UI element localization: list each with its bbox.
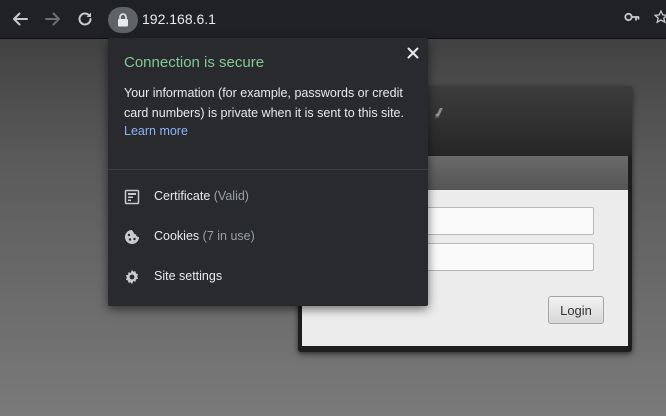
cookies-count: (7 in use) (202, 229, 255, 243)
url-text[interactable]: 192.168.6.1 (142, 11, 216, 27)
close-icon (407, 47, 419, 59)
site-settings-label: Site settings (154, 269, 223, 283)
gear-icon (125, 269, 139, 285)
popup-title: Connection is secure (124, 54, 265, 71)
certificate-label: Certificate (154, 189, 211, 203)
star-icon[interactable] (654, 10, 666, 24)
site-info-button[interactable] (108, 7, 138, 33)
reload-button[interactable] (74, 8, 96, 30)
close-button[interactable] (404, 44, 422, 62)
cookie-icon (125, 230, 139, 244)
certificate-icon (124, 189, 140, 205)
address-bar[interactable]: 192.168.6.1 (108, 7, 666, 33)
site-info-popup: Connection is secure Your information (f… (108, 38, 428, 306)
login-button[interactable]: Login (548, 296, 604, 324)
cookies-row[interactable]: Cookies (7 in use) (108, 221, 428, 253)
logo-registered: ® (434, 113, 440, 120)
back-button[interactable] (9, 8, 31, 30)
cookies-label: Cookies (154, 229, 200, 243)
learn-more-link[interactable]: Learn more (124, 124, 188, 138)
certificate-status: (Valid) (213, 189, 249, 203)
popup-description: Your information (for example, passwords… (124, 86, 404, 120)
arrow-right-icon (45, 12, 60, 26)
browser-toolbar: 192.168.6.1 (0, 0, 666, 39)
forward-button[interactable] (42, 8, 64, 30)
lock-icon (118, 13, 128, 27)
arrow-left-icon (13, 12, 28, 26)
popup-divider (108, 169, 428, 170)
reload-icon (78, 12, 92, 26)
key-icon[interactable] (624, 11, 640, 23)
site-settings-row[interactable]: Site settings (108, 261, 428, 293)
certificate-row[interactable]: Certificate (Valid) (108, 181, 428, 213)
